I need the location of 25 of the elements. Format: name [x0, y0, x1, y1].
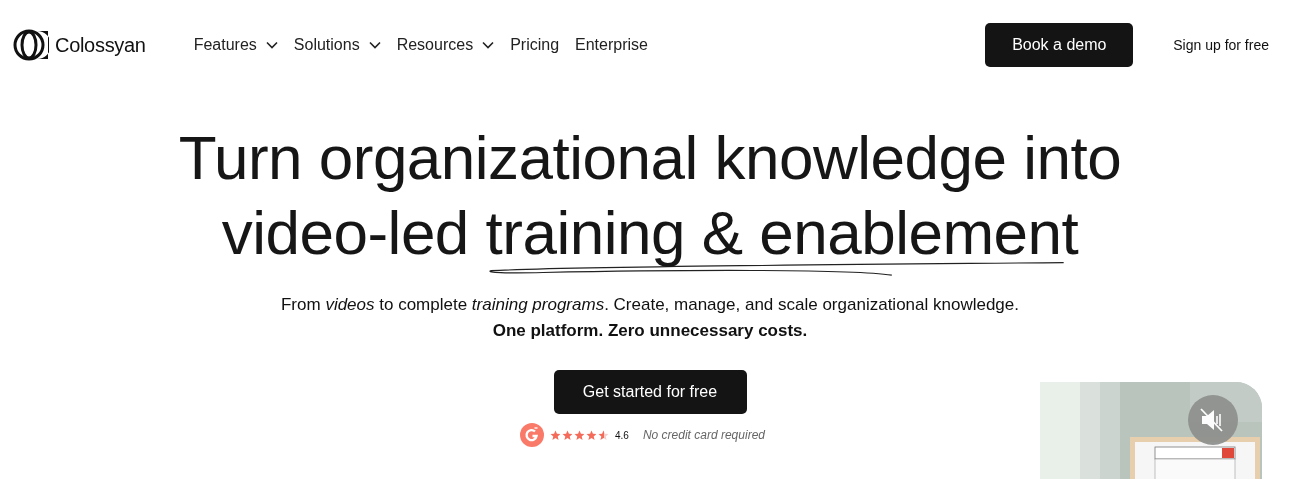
star-icon [574, 429, 585, 441]
star-icon [550, 429, 561, 441]
g2-badge-icon [520, 423, 544, 447]
star-icon [586, 429, 597, 441]
tagline: One platform. Zero unnecessary costs. [492, 320, 808, 342]
nav-link[interactable]: Enterprise [575, 36, 648, 54]
star-icon [598, 429, 609, 441]
book-demo-button[interactable]: Book a demo [985, 23, 1134, 67]
headline: Turn organizational knowledge into video-led training & enablement [130, 110, 1170, 286]
nav-link[interactable]: Features [193, 36, 278, 54]
rating-score: 4.6 [615, 429, 629, 441]
subtitle: From videos to complete training programs. Create, manage, and scale organizational knowledge. [281, 294, 1019, 316]
muted-speaker-icon[interactable] [1188, 395, 1238, 445]
nav-link[interactable]: Solutions [293, 36, 381, 54]
chevron-down-icon [265, 41, 278, 49]
chevron-down-icon [368, 41, 381, 49]
sign-up-link[interactable]: Sign up for free [1173, 37, 1269, 53]
star-icon [562, 429, 573, 441]
nav-link[interactable]: Resources [396, 36, 495, 54]
brand-name[interactable]: Colossyan [55, 33, 146, 57]
chevron-down-icon [482, 41, 495, 49]
nav-link[interactable]: Pricing [510, 36, 560, 54]
get-started-button[interactable]: Get started for free [553, 370, 747, 414]
logo-icon[interactable] [13, 29, 49, 61]
no-card-note: No credit card required [642, 428, 765, 442]
